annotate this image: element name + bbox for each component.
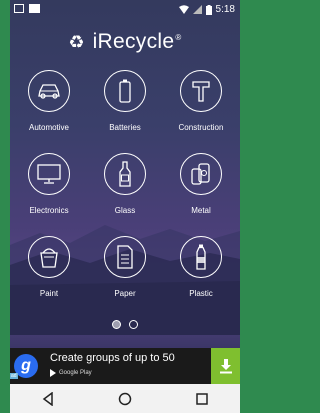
page-indicator [10, 320, 240, 329]
category-label: Glass [114, 206, 136, 215]
category-label: Automotive [28, 123, 70, 132]
navigation-bar [10, 384, 240, 413]
back-button[interactable] [33, 389, 63, 409]
app-title: iRecycle® [93, 30, 182, 54]
page-dot-2[interactable] [129, 320, 138, 329]
paint-bucket-icon [28, 236, 70, 278]
can-icon [180, 153, 222, 195]
ad-app-logo: g [14, 354, 38, 378]
monitor-icon [28, 153, 70, 195]
category-label: Paper [114, 289, 136, 298]
category-electronics[interactable]: Electronics [11, 153, 87, 223]
category-label: Metal [191, 206, 211, 215]
ad-tag: ad [10, 373, 18, 379]
signal-icon [192, 5, 202, 14]
car-icon [28, 70, 70, 112]
hammer-icon [180, 70, 222, 112]
battery-icon [205, 4, 212, 15]
wifi-icon [178, 5, 189, 14]
category-metal[interactable]: Metal [163, 153, 239, 223]
app-header: ♻ iRecycle® [10, 22, 240, 62]
category-label: Batteries [109, 123, 141, 132]
category-label: Electronics [29, 206, 69, 215]
play-store-icon [50, 369, 56, 377]
category-batteries[interactable]: Batteries [87, 70, 163, 140]
recycle-icon: ♻ [68, 31, 85, 52]
category-paint[interactable]: Paint [11, 236, 87, 306]
back-icon [43, 391, 54, 406]
ad-banner[interactable]: g ad Create groups of up to 50 Google Pl… [10, 348, 240, 384]
phone-frame: 5:18 ♻ iRecycle® Automotive Batteries Co… [0, 0, 251, 413]
category-label: Paint [39, 289, 59, 298]
category-paper[interactable]: Paper [87, 236, 163, 306]
image-icon [14, 4, 24, 13]
category-label: Construction [178, 123, 224, 132]
plastic-bottle-icon [180, 236, 222, 278]
category-automotive[interactable]: Automotive [11, 70, 87, 140]
clock: 5:18 [215, 4, 235, 15]
download-button[interactable] [211, 348, 240, 384]
recents-button[interactable] [187, 389, 217, 409]
recents-icon [195, 392, 208, 405]
category-glass[interactable]: Glass [87, 153, 163, 223]
home-icon [118, 392, 132, 405]
app-name: iRecycle [92, 30, 175, 53]
gmail-icon [29, 4, 40, 13]
app-screen: 5:18 ♻ iRecycle® Automotive Batteries Co… [10, 0, 240, 413]
category-construction[interactable]: Construction [163, 70, 239, 140]
category-plastic[interactable]: Plastic [163, 236, 239, 306]
page-dot-1[interactable] [112, 320, 121, 329]
category-label: Plastic [189, 289, 213, 298]
ad-store-label: Google Play [59, 370, 92, 376]
ad-headline: Create groups of up to 50 [50, 352, 175, 364]
download-icon [219, 359, 232, 374]
document-icon [104, 236, 146, 278]
trademark: ® [175, 33, 182, 42]
battery-icon [104, 70, 146, 112]
bottle-icon [104, 153, 146, 195]
status-bar: 5:18 [10, 0, 240, 20]
home-button[interactable] [110, 389, 140, 409]
ad-store: Google Play [50, 369, 92, 377]
